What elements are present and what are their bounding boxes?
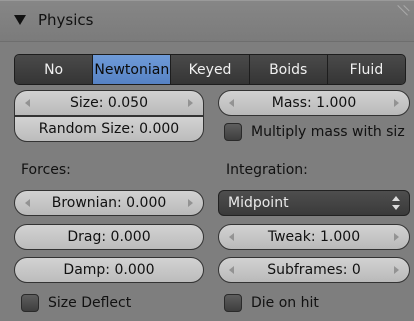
multiply-mass-label: Multiply mass with siz (251, 124, 405, 140)
damp-slider[interactable]: Damp: 0.000 (14, 257, 204, 283)
size-field[interactable]: Size: 0.050 (14, 90, 204, 116)
integration-value: Midpoint (228, 195, 289, 211)
type-no-button[interactable]: No (15, 55, 94, 84)
drag-slider[interactable]: Drag: 0.000 (14, 224, 204, 250)
die-on-hit-checkbox[interactable]: Die on hit (224, 294, 319, 312)
integration-label: Integration: (226, 162, 308, 178)
increment-arrow-icon[interactable] (188, 199, 193, 207)
panel-title: Physics (38, 11, 94, 29)
panel-header[interactable]: Physics (0, 1, 414, 42)
type-fluid-button[interactable]: Fluid (327, 55, 405, 84)
type-newtonian-button[interactable]: Newtonian (93, 55, 172, 84)
brownian-field[interactable]: Brownian: 0.000 (14, 190, 204, 216)
decrement-arrow-icon[interactable] (229, 266, 234, 274)
type-boids-button[interactable]: Boids (249, 55, 328, 84)
decrement-arrow-icon[interactable] (25, 199, 30, 207)
random-size-slider[interactable]: Random Size: 0.000 (14, 116, 204, 142)
die-on-hit-label: Die on hit (251, 295, 319, 311)
mass-field[interactable]: Mass: 1.000 (218, 90, 410, 116)
drag-value: Drag: 0.000 (67, 229, 151, 245)
physics-panel: Physics No Newtonian Keyed Boids Fluid S… (0, 0, 414, 321)
size-deflect-checkbox[interactable]: Size Deflect (21, 294, 131, 312)
drag-grip-icon[interactable] (390, 3, 412, 25)
increment-arrow-icon[interactable] (394, 266, 399, 274)
collapse-triangle-icon[interactable] (14, 15, 26, 25)
decrement-arrow-icon[interactable] (229, 233, 234, 241)
tweak-value: Tweak: 1.000 (267, 229, 361, 245)
subframes-field[interactable]: Subframes: 0 (218, 257, 410, 283)
mass-value: Mass: 1.000 (271, 95, 357, 111)
type-keyed-button[interactable]: Keyed (171, 55, 250, 84)
tweak-field[interactable]: Tweak: 1.000 (218, 224, 410, 250)
damp-value: Damp: 0.000 (63, 262, 155, 278)
increment-arrow-icon[interactable] (394, 233, 399, 241)
subframes-value: Subframes: 0 (267, 262, 361, 278)
decrement-arrow-icon[interactable] (25, 99, 30, 107)
size-value: Size: 0.050 (70, 95, 148, 111)
physics-type-selector: No Newtonian Keyed Boids Fluid (14, 54, 406, 85)
size-deflect-label: Size Deflect (48, 295, 132, 311)
checkbox-box[interactable] (21, 294, 39, 312)
brownian-value: Brownian: 0.000 (51, 195, 167, 211)
integration-select[interactable]: Midpoint (218, 190, 410, 216)
multiply-mass-checkbox[interactable]: Multiply mass with siz (224, 123, 405, 141)
up-down-arrows-icon (391, 195, 401, 211)
checkbox-box[interactable] (224, 294, 242, 312)
checkbox-box[interactable] (224, 123, 242, 141)
random-size-value: Random Size: 0.000 (38, 121, 180, 137)
increment-arrow-icon[interactable] (394, 99, 399, 107)
decrement-arrow-icon[interactable] (229, 99, 234, 107)
forces-label: Forces: (21, 162, 71, 178)
increment-arrow-icon[interactable] (188, 99, 193, 107)
